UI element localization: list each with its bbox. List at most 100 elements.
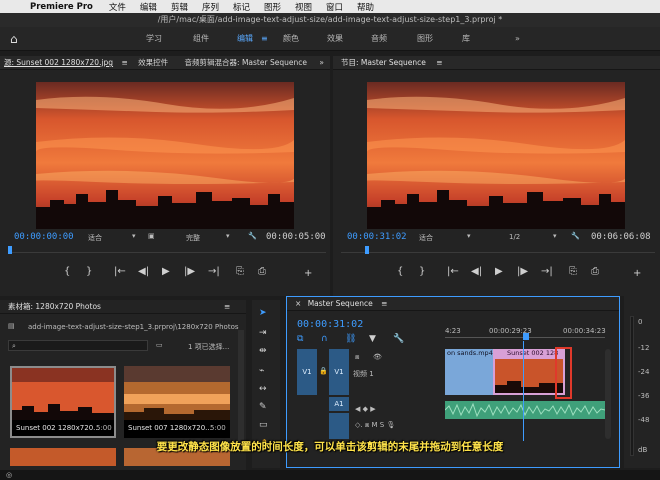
menu-clip[interactable]: 剪辑 — [171, 1, 188, 13]
marker-icon[interactable]: ▼ — [369, 334, 376, 344]
playhead[interactable] — [523, 333, 529, 340]
tab-source[interactable]: 源: Sunset 002 1280x720.jpg — [4, 58, 113, 67]
tab-learning[interactable]: 学习 — [146, 27, 162, 51]
chevron-down-icon[interactable]: ▾ — [132, 232, 136, 240]
wrench-icon[interactable]: 🔧 — [248, 232, 257, 240]
mark-in-button[interactable]: { — [64, 266, 70, 277]
ripple-edit-icon[interactable]: ⇹ — [259, 346, 267, 356]
step-forward-button[interactable]: |▶ — [184, 266, 195, 277]
workspace-menu-icon[interactable]: ≡ — [261, 27, 268, 51]
project-menu-icon[interactable]: ≡ — [224, 300, 230, 314]
program-playhead[interactable] — [365, 246, 369, 254]
menu-graphics[interactable]: 图形 — [264, 1, 281, 13]
audio-clip[interactable] — [444, 401, 606, 419]
tab-libraries[interactable]: 库 — [462, 27, 470, 51]
tab-effects[interactable]: 效果 — [327, 27, 343, 51]
tab-graphics[interactable]: 图形 — [417, 27, 433, 51]
keyframe-nav-icon[interactable]: ◀ ◆ ▶ — [355, 405, 376, 413]
timeline-menu-icon[interactable]: ≡ — [381, 299, 387, 308]
program-menu-icon[interactable]: ≡ — [436, 58, 442, 67]
tab-editing[interactable]: 编辑 — [237, 27, 253, 51]
wrench-icon[interactable]: 🔧 — [571, 232, 580, 240]
source-menu-icon[interactable]: ≡ — [121, 58, 127, 67]
tab-assembly[interactable]: 组件 — [193, 27, 209, 51]
chevron-down-icon[interactable]: ▾ — [467, 232, 471, 240]
rectangle-tool-icon[interactable]: ▭ — [259, 420, 268, 430]
razor-icon[interactable]: ⌁ — [259, 366, 264, 376]
step-back-button[interactable]: ◀| — [471, 266, 482, 277]
more-workspaces-icon[interactable]: » — [515, 27, 520, 51]
source-scrubber[interactable] — [8, 247, 326, 253]
source-quality-select[interactable]: 完整 — [186, 233, 200, 243]
video-clip[interactable]: on sands.mp4 — [445, 349, 493, 395]
menu-edit[interactable]: 编辑 — [140, 1, 157, 13]
menu-window[interactable]: 窗口 — [326, 1, 343, 13]
go-to-in-button[interactable]: |← — [114, 266, 126, 277]
mark-in-button[interactable]: { — [397, 266, 403, 277]
more-tabs-icon[interactable]: » — [319, 58, 324, 67]
toggle-sync-icon[interactable]: ⧈ — [355, 353, 359, 362]
app-name[interactable]: Premiere Pro — [30, 2, 93, 12]
menu-help[interactable]: 帮助 — [357, 1, 374, 13]
new-bin-icon[interactable]: ▭ — [156, 341, 163, 349]
eye-icon[interactable]: 👁 — [373, 353, 382, 361]
menu-markers[interactable]: 标记 — [233, 1, 250, 13]
menu-view[interactable]: 视图 — [295, 1, 312, 13]
tab-audio[interactable]: 音频 — [371, 27, 387, 51]
mark-out-button[interactable]: } — [419, 266, 425, 277]
chevron-down-icon[interactable]: ▾ — [226, 232, 230, 240]
track-a1[interactable]: A1 — [329, 397, 349, 411]
menu-file[interactable]: 文件 — [109, 1, 126, 13]
tab-effect-controls[interactable]: 效果控件 — [138, 58, 168, 67]
step-forward-button[interactable]: |▶ — [517, 266, 528, 277]
menu-sequence[interactable]: 序列 — [202, 1, 219, 13]
track-controls[interactable]: ◇. ⧈ M S 🎙 — [355, 421, 395, 430]
program-scrubber[interactable] — [341, 247, 655, 253]
tab-audio-clip-mixer[interactable]: 音频剪辑混合器: Master Sequence — [185, 58, 307, 67]
safe-margins-icon[interactable]: ▣ — [148, 232, 155, 240]
source-timecode[interactable]: 00:00:00:00 — [14, 232, 74, 242]
add-button-icon[interactable]: + — [304, 268, 312, 279]
search-input[interactable]: ⌕ — [8, 340, 148, 351]
timeline-scrollbar[interactable] — [605, 349, 611, 439]
close-icon[interactable]: × — [295, 299, 301, 308]
wrench-icon[interactable]: 🔧 — [393, 334, 404, 344]
timeline-timecode[interactable]: 00:00:31:02 — [297, 319, 363, 330]
program-timecode[interactable]: 00:00:31:02 — [347, 232, 407, 242]
program-fit-select[interactable]: 适合 — [419, 233, 433, 243]
play-button[interactable]: ▶ — [162, 266, 170, 277]
program-resolution-select[interactable]: 1/2 — [509, 233, 520, 241]
add-button-icon[interactable]: + — [633, 268, 641, 279]
slip-tool-icon[interactable]: ↔ — [259, 384, 267, 394]
chevron-down-icon[interactable]: ▾ — [553, 232, 557, 240]
nest-icon[interactable]: ⧉ — [297, 334, 303, 344]
lock-icon[interactable]: 🔒 — [319, 367, 328, 375]
source-fit-select[interactable]: 适合 — [88, 233, 102, 243]
tab-color[interactable]: 颜色 — [283, 27, 299, 51]
step-back-button[interactable]: ◀| — [138, 266, 149, 277]
home-icon[interactable]: ⌂ — [10, 32, 24, 46]
go-to-out-button[interactable]: →| — [541, 266, 553, 277]
insert-button[interactable]: ⎘ — [236, 266, 244, 277]
overwrite-button[interactable]: ⎙ — [258, 266, 266, 277]
project-title[interactable]: 素材箱: 1280x720 Photos — [8, 302, 101, 311]
go-to-in-button[interactable]: |← — [447, 266, 459, 277]
play-button[interactable]: ▶ — [495, 266, 503, 277]
list-item[interactable]: Sunset 007 1280x720... 5:00 — [124, 366, 230, 438]
list-item[interactable]: Sunset 002 1280x720... 5:00 — [10, 366, 116, 438]
track-v1[interactable]: V1 — [329, 349, 349, 395]
go-to-out-button[interactable]: →| — [208, 266, 220, 277]
program-title[interactable]: 节目: Master Sequence — [341, 58, 426, 67]
snap-icon[interactable]: ∩ — [321, 334, 328, 344]
sequence-title[interactable]: Master Sequence — [308, 299, 373, 308]
lift-button[interactable]: ⎘ — [569, 266, 577, 277]
track-source-v1[interactable]: V1 — [297, 349, 317, 395]
extract-button[interactable]: ⎙ — [591, 266, 599, 277]
track-select-icon[interactable]: ⇥ — [259, 328, 267, 338]
mark-out-button[interactable]: } — [86, 266, 92, 277]
selection-tool-icon[interactable]: ➤ — [259, 308, 267, 318]
pen-tool-icon[interactable]: ✎ — [259, 402, 267, 412]
linked-selection-icon[interactable]: ⛓ — [345, 334, 356, 344]
source-playhead[interactable] — [8, 246, 12, 254]
project-scrollbar[interactable] — [238, 330, 244, 450]
